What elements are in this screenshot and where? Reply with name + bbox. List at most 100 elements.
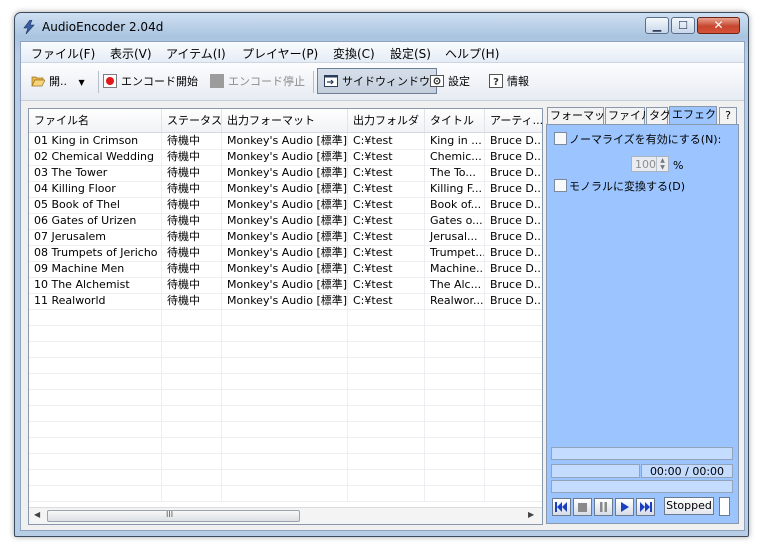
table-cell: Bruce D... [485,181,542,197]
previous-track-button[interactable] [552,498,571,516]
tab-format[interactable]: フォーマット [547,107,616,124]
table-cell: Bruce D... [485,197,542,213]
empty-cell [348,485,425,501]
table-cell: C:¥test [348,245,425,261]
encode-start-button[interactable]: エンコード開始 [103,72,198,92]
tab-effect[interactable]: エフェクト [669,106,727,125]
empty-cell [29,421,162,437]
table-cell: 02 Chemical Wedding [29,149,162,165]
empty-cell [222,357,348,373]
column-header[interactable]: 出力フォルダ [348,109,425,132]
volume-slider[interactable] [719,497,730,516]
folder-open-icon [31,76,45,87]
maximize-button[interactable]: ☐ [671,17,695,34]
table-cell: Killing F... [425,181,485,197]
table-cell: C:¥test [348,197,425,213]
normalize-checkbox[interactable] [554,132,567,145]
seek-bar[interactable] [551,464,640,478]
menu-player[interactable]: プレイヤー(P) [242,45,318,62]
table-row[interactable]: 11 Realworld 待機中 Monkey's Audio [標準] C:¥tes… [29,293,542,310]
column-header[interactable]: タイトル [425,109,485,132]
spin-up-icon[interactable]: ▲ [656,157,668,164]
info-button[interactable]: ? 情報 [489,72,529,92]
table-row[interactable]: 04 Killing Floor 待機中 Monkey's Audio [標準] C:… [29,181,542,198]
close-button[interactable]: ✕ [697,17,740,34]
empty-cell [485,341,542,357]
table-cell: Bruce D... [485,293,542,309]
pause-button[interactable] [594,498,613,516]
scroll-right-icon[interactable]: ▶ [528,510,534,519]
table-cell: 待機中 [162,149,222,165]
column-header[interactable]: 出力フォーマット [222,109,348,132]
table-cell: The Alc... [425,277,485,293]
maximize-icon: ☐ [678,19,688,32]
tab-help[interactable]: ? [719,107,737,124]
menu-convert[interactable]: 変換(C) [333,45,375,62]
minimize-button[interactable]: ▁ [645,17,669,34]
tab-file[interactable]: ファイル [605,107,652,124]
table-row[interactable]: 09 Machine Men 待機中 Monkey's Audio [標準] C:¥t… [29,261,542,278]
open-label: 開.. [49,75,67,88]
side-tabs: フォーマット ファイル タグ エフェクト ? [547,106,739,125]
next-track-button[interactable] [636,498,655,516]
table-cell: 待機中 [162,165,222,181]
table-cell: Monkey's Audio [標準] [222,261,348,277]
table-cell: 07 Jerusalem [29,229,162,245]
next-track-icon [640,502,652,512]
table-row[interactable]: 01 King in Crimson 待機中 Monkey's Audio [標準]… [29,133,542,150]
normalize-value-input[interactable]: 100 ▲ ▼ [631,156,669,172]
side-window-toggle[interactable]: サイドウィンドウ [317,68,437,94]
encode-start-label: エンコード開始 [121,75,198,88]
menu-item[interactable]: アイテム(I) [166,45,226,62]
table-row[interactable]: 03 The Tower 待機中 Monkey's Audio [標準] C:¥tes… [29,165,542,182]
menu-help[interactable]: ヘルプ(H) [445,45,499,62]
time-display: 00:00 / 00:00 [641,464,733,478]
empty-cell [222,325,348,341]
table-cell: King in ... [425,133,485,149]
file-list[interactable]: ファイル名 ステータス 出力フォーマット 出力フォルダ タイトル アーティ... 01 K… [28,108,543,525]
table-cell: 待機中 [162,293,222,309]
table-cell: 01 King in Crimson [29,133,162,149]
empty-cell [29,389,162,405]
tab-tag[interactable]: タグ [646,107,671,124]
table-cell: Monkey's Audio [標準] [222,181,348,197]
empty-cell [485,469,542,485]
dropdown-arrow-icon[interactable]: ▼ [79,78,85,87]
table-row[interactable]: 05 Book of Thel 待機中 Monkey's Audio [標準] C:¥… [29,197,542,214]
table-cell: Monkey's Audio [標準] [222,277,348,293]
table-cell: 05 Book of Thel [29,197,162,213]
empty-cell [425,389,485,405]
horizontal-scrollbar[interactable]: ◀ III ▶ [29,507,542,524]
table-cell: 待機中 [162,197,222,213]
player-status: Stopped [664,497,714,515]
empty-cell [29,357,162,373]
table-row[interactable]: 08 Trumpets of Jericho 待機中 Monkey's Audio … [29,245,542,262]
empty-row [29,485,542,502]
mono-checkbox[interactable] [554,179,567,192]
scroll-thumb[interactable]: III [47,510,300,522]
open-button[interactable]: 開.. ▼ [31,72,85,92]
table-row[interactable]: 10 The Alchemist 待機中 Monkey's Audio [標準] C:… [29,277,542,294]
title-bar[interactable]: AudioEncoder 2.04d ▁ ☐ ✕ [15,13,748,41]
table-row[interactable]: 07 Jerusalem 待機中 Monkey's Audio [標準] C:¥tes… [29,229,542,246]
scroll-left-icon[interactable]: ◀ [34,510,40,519]
menu-bar: ファイル(F) 表示(V) アイテム(I) プレイヤー(P) 変換(C) 設定(… [21,42,744,63]
stop-button[interactable] [573,498,592,516]
column-header[interactable]: ステータス [162,109,222,132]
table-row[interactable]: 06 Gates of Urizen 待機中 Monkey's Audio [標準]… [29,213,542,230]
settings-button[interactable]: 設定 [430,72,470,92]
table-cell: Monkey's Audio [標準] [222,213,348,229]
column-header[interactable]: アーティ... [485,109,542,132]
empty-row [29,341,542,358]
empty-cell [222,389,348,405]
encode-stop-button[interactable]: エンコード停止 [210,72,305,92]
table-row[interactable]: 02 Chemical Wedding 待機中 Monkey's Audio [標準… [29,149,542,166]
position-bar[interactable] [551,480,733,493]
menu-view[interactable]: 表示(V) [110,45,152,62]
column-header[interactable]: ファイル名 [29,109,162,132]
menu-settings[interactable]: 設定(S) [390,45,431,62]
menu-file[interactable]: ファイル(F) [31,45,95,62]
play-button[interactable] [615,498,634,516]
spin-down-icon[interactable]: ▼ [656,164,668,171]
table-cell: Machine... [425,261,485,277]
